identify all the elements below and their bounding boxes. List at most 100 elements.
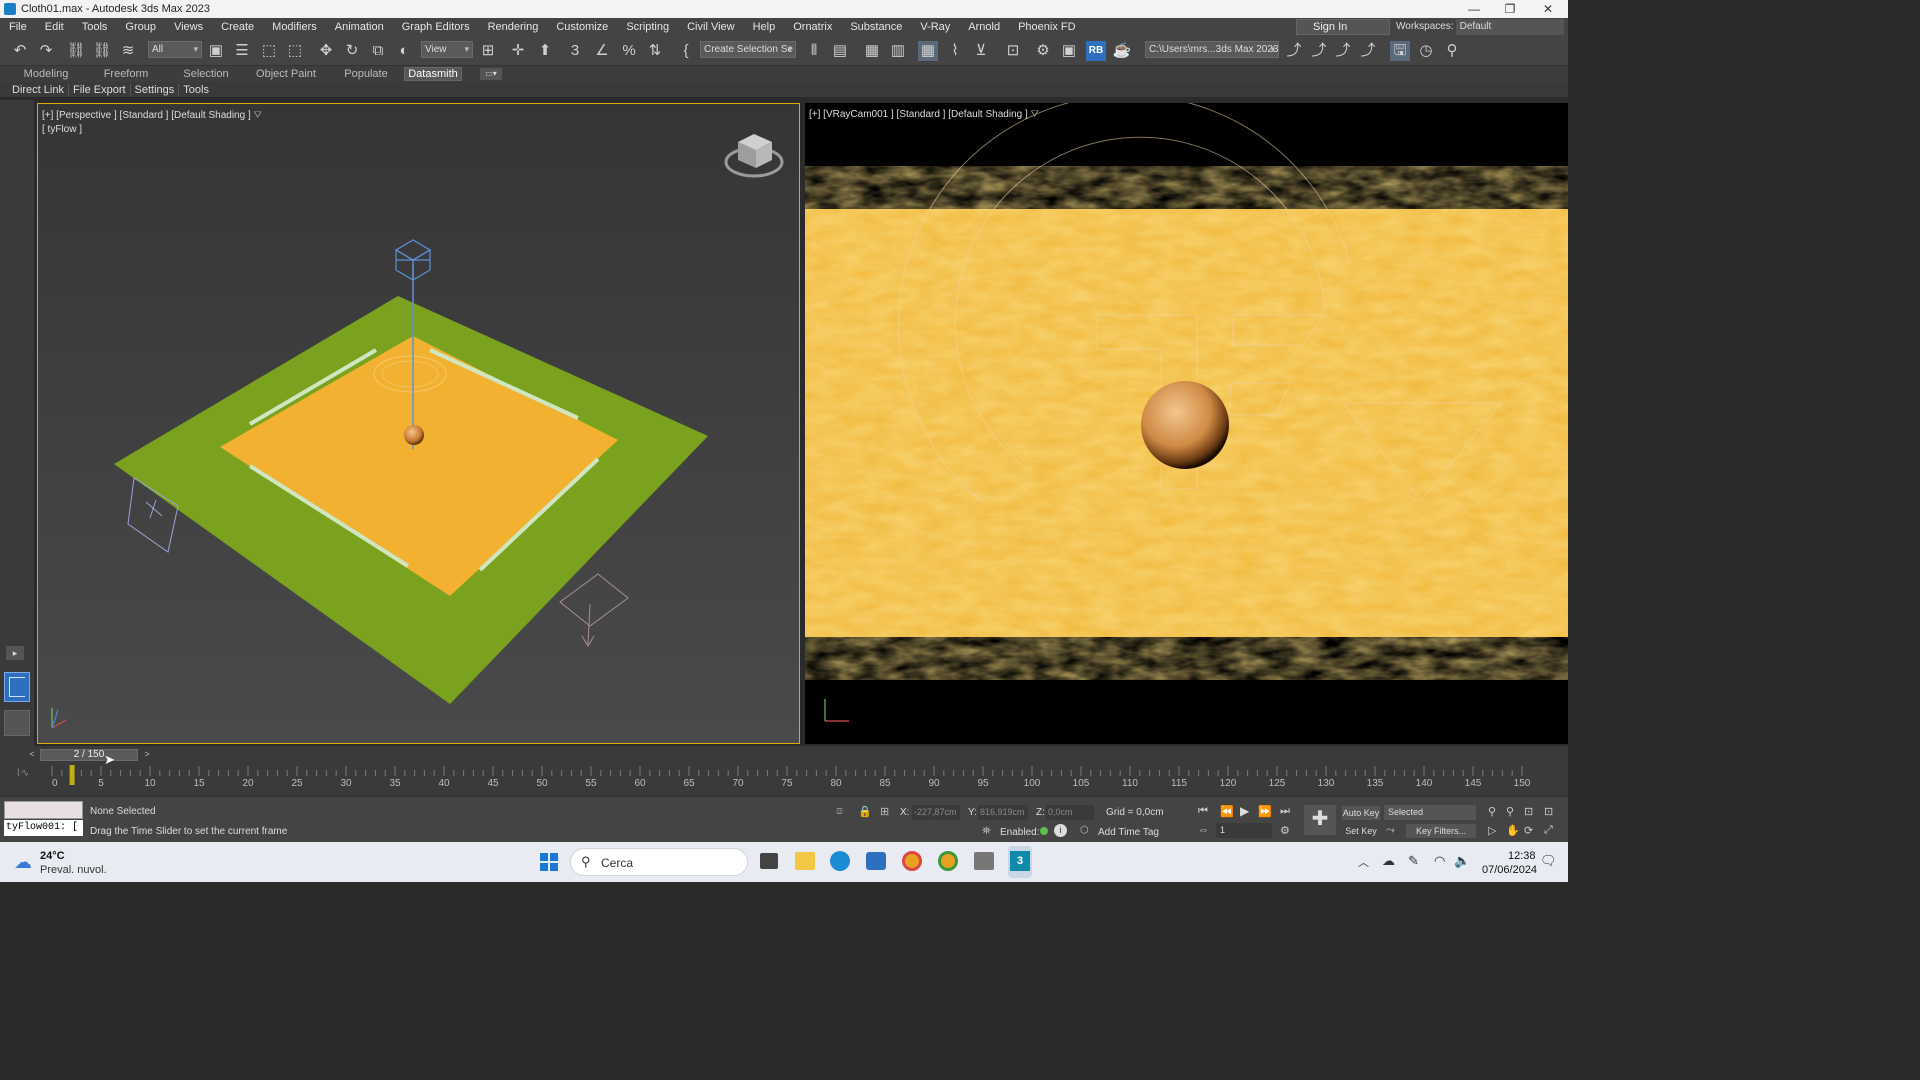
pen-icon[interactable]: ✎: [1408, 853, 1419, 869]
start-icon[interactable]: [540, 853, 558, 871]
close-button[interactable]: ✕: [1530, 0, 1566, 18]
track-bar[interactable]: ⌇∿ 0 5 10 15 20 25 30 35 40 45 50 55 60 65 70 75 80 85 90 9…: [0, 764, 1568, 796]
default-tangent-icon[interactable]: ⤳: [1386, 824, 1395, 837]
menu-modifiers[interactable]: Modifiers: [263, 21, 326, 33]
render-setup-icon[interactable]: ⚙: [1033, 41, 1053, 61]
edge-icon[interactable]: [830, 851, 850, 871]
tools-button[interactable]: Tools: [179, 84, 213, 96]
absolute-mode-icon[interactable]: ⊞: [880, 805, 889, 818]
orbit-icon[interactable]: ⟳: [1524, 824, 1533, 837]
move-icon[interactable]: ✥: [316, 41, 336, 61]
search-box[interactable]: ⚲ Cerca: [570, 848, 748, 876]
x-coordinate-field[interactable]: -227,87cm: [912, 805, 960, 820]
sign-in-button[interactable]: Sign In: [1296, 19, 1390, 35]
time-slider-thumb[interactable]: 2 / 150: [40, 749, 138, 761]
file-explorer-icon[interactable]: [795, 852, 815, 870]
clock-date[interactable]: 07/06/2024: [1482, 864, 1537, 876]
key-set-select[interactable]: Selected: [1384, 805, 1476, 820]
datasmith-sync-icon[interactable]: ⤴: [1309, 41, 1329, 61]
unlink-icon[interactable]: ⛓: [92, 41, 112, 61]
play-icon[interactable]: ▶: [1240, 804, 1249, 818]
goto-start-icon[interactable]: ⏮: [1198, 805, 1208, 818]
menu-edit[interactable]: Edit: [36, 21, 73, 33]
tab-datasmith[interactable]: Datasmith: [404, 67, 462, 81]
next-frame-icon[interactable]: >: [141, 749, 153, 761]
set-key-button[interactable]: Set Key: [1342, 824, 1380, 838]
menu-phoenix-fd[interactable]: Phoenix FD: [1009, 21, 1084, 33]
menu-group[interactable]: Group: [116, 21, 165, 33]
zoom-extents-all-icon[interactable]: ⊡: [1544, 805, 1553, 818]
camera-viewport[interactable]: [+] [VRayCam001 ] [Standard ] [Default S…: [805, 103, 1568, 744]
z-coordinate-field[interactable]: 0,0cm: [1046, 805, 1094, 820]
percent-snap-icon[interactable]: %: [619, 41, 639, 61]
render-production-icon[interactable]: ☕: [1112, 41, 1132, 61]
project-folder-select[interactable]: C:\Users\mrs...3ds Max 2023: [1145, 41, 1279, 58]
viewport-label[interactable]: [+] [Perspective ] [Standard ] [Default …: [42, 110, 262, 121]
toggle-ribbon-icon[interactable]: ▦: [918, 41, 938, 61]
menu-customize[interactable]: Customize: [547, 21, 617, 33]
store-icon[interactable]: [866, 852, 886, 870]
undo-icon[interactable]: ↶: [10, 41, 30, 61]
mirror-icon[interactable]: ⫴: [804, 41, 824, 61]
current-frame-marker[interactable]: [69, 765, 75, 785]
select-manipulate-icon[interactable]: ✛: [508, 41, 528, 61]
app-window-icon[interactable]: [974, 852, 994, 870]
scene-explorer-icon[interactable]: ▦: [862, 41, 882, 61]
prev-frame-icon[interactable]: <: [26, 749, 38, 761]
menu-create[interactable]: Create: [212, 21, 263, 33]
timer-icon[interactable]: ◷: [1416, 41, 1436, 61]
filter-icon[interactable]: ⛛: [254, 110, 262, 121]
set-keys-icon[interactable]: ✚: [1304, 805, 1336, 835]
y-coordinate-field[interactable]: 816,919cm: [978, 805, 1028, 820]
volume-icon[interactable]: 🔈: [1454, 853, 1470, 869]
chrome-icon[interactable]: [902, 851, 922, 871]
placement-icon[interactable]: ◐: [394, 41, 414, 61]
datasmith-export-icon[interactable]: ⤴: [1284, 41, 1304, 61]
file-export-button[interactable]: File Export: [69, 83, 131, 96]
material-editor-icon[interactable]: ⊡: [1003, 41, 1023, 61]
ribbon-options-icon[interactable]: ▭▾: [480, 68, 502, 80]
current-frame-field[interactable]: 1: [1216, 823, 1272, 838]
pan-icon[interactable]: ✋: [1506, 824, 1520, 837]
isolate-selection-icon[interactable]: ⧈: [836, 805, 843, 818]
menu-scripting[interactable]: Scripting: [617, 21, 678, 33]
menu-graph-editors[interactable]: Graph Editors: [393, 21, 479, 33]
selection-filter-select[interactable]: All: [148, 41, 202, 58]
save-icon[interactable]: 🖫: [1390, 41, 1410, 61]
curve-editor-icon[interactable]: ⌇: [945, 41, 965, 61]
window-crossing-icon[interactable]: ⬚: [285, 41, 305, 61]
3dsmax-taskbar-button[interactable]: 3: [1008, 846, 1032, 878]
layer-explorer-icon[interactable]: ▥: [888, 41, 908, 61]
direct-link-button[interactable]: Direct Link: [8, 83, 69, 96]
menu-vray[interactable]: V-Ray: [911, 21, 959, 33]
menu-file[interactable]: File: [0, 21, 36, 33]
render-button-icon[interactable]: RB: [1086, 41, 1106, 61]
minimize-button[interactable]: —: [1456, 0, 1492, 18]
auto-key-button[interactable]: Auto Key: [1342, 806, 1380, 820]
key-mode-icon[interactable]: ⇔: [1198, 824, 1209, 836]
named-selection-select[interactable]: Create Selection Se: [700, 41, 796, 58]
menu-civil-view[interactable]: Civil View: [678, 21, 743, 33]
link-icon[interactable]: ⛓: [66, 41, 86, 61]
onedrive-icon[interactable]: ☁: [1382, 853, 1395, 869]
pivot-center-icon[interactable]: ⊞: [478, 41, 498, 61]
weather-desc[interactable]: Preval. nuvol.: [40, 864, 107, 876]
datasmith-messages-icon[interactable]: ⤴: [1358, 41, 1378, 61]
selection-lock-icon[interactable]: 🔒: [858, 805, 872, 818]
weather-temp[interactable]: 24°C: [40, 850, 65, 862]
next-key-icon[interactable]: ⏩: [1258, 805, 1272, 818]
filter-icon[interactable]: ⛛: [1031, 109, 1039, 120]
schematic-view-icon[interactable]: ⊻: [971, 41, 991, 61]
prev-key-icon[interactable]: ⏪: [1220, 805, 1234, 818]
adaptive-degradation-icon[interactable]: ⛯: [982, 825, 991, 838]
select-by-name-icon[interactable]: ☰: [232, 41, 252, 61]
menu-arnold[interactable]: Arnold: [959, 21, 1009, 33]
maxscript-mini-listener[interactable]: [4, 801, 83, 819]
menu-tools[interactable]: Tools: [73, 21, 117, 33]
layout-single-viewport-icon[interactable]: [4, 710, 30, 736]
spinner-snap-icon[interactable]: ⇅: [645, 41, 665, 61]
select-object-icon[interactable]: ▣: [206, 41, 226, 61]
workspace-select[interactable]: Workspaces: Default: [1396, 19, 1564, 35]
align-icon[interactable]: ▤: [830, 41, 850, 61]
menu-substance[interactable]: Substance: [841, 21, 911, 33]
